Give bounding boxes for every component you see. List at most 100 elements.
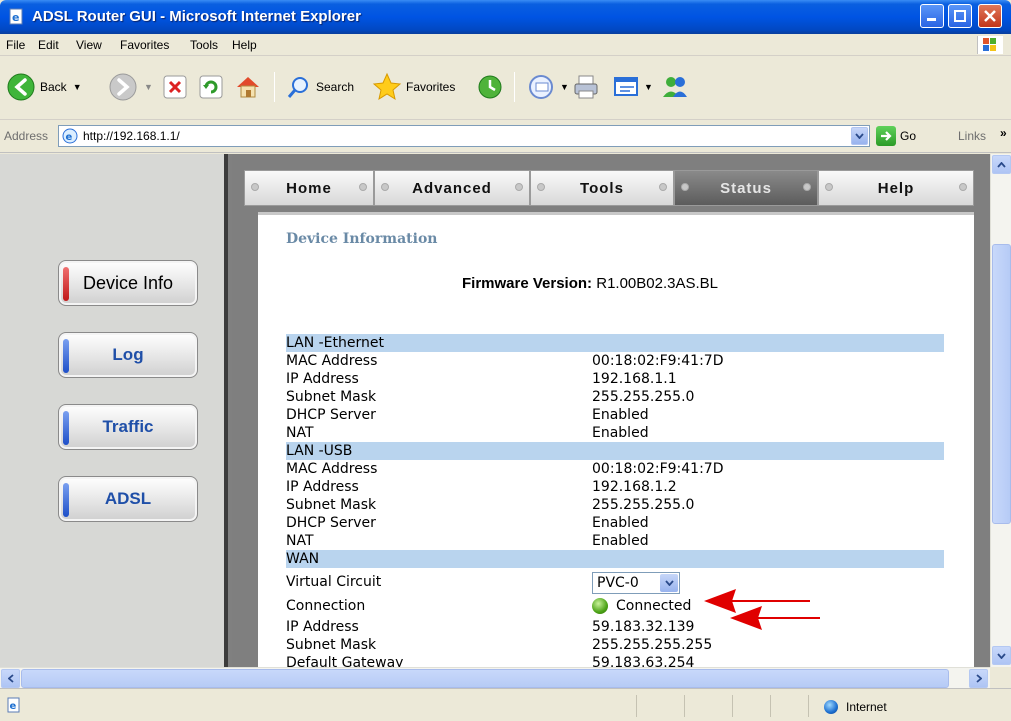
menu-view[interactable]: View: [76, 38, 102, 52]
sidebar-item-adsl[interactable]: ADSL: [58, 476, 198, 522]
messenger-button[interactable]: [660, 70, 690, 104]
forward-dropdown-icon[interactable]: ▼: [144, 82, 153, 92]
minimize-button[interactable]: [920, 4, 944, 28]
print-icon: [574, 75, 598, 99]
history-button[interactable]: [476, 70, 504, 104]
table-row: MAC Address 00:18:02:F9:41:7D: [286, 353, 724, 369]
links-more-icon[interactable]: »: [1000, 126, 1007, 140]
sidebar-item-device-info[interactable]: Device Info: [58, 260, 198, 306]
scroll-down-button[interactable]: [992, 646, 1011, 665]
search-button[interactable]: Search: [286, 70, 354, 104]
messenger-icon: [663, 77, 687, 97]
scroll-thumb[interactable]: [992, 244, 1011, 524]
table-row: IP Address 192.168.1.1: [286, 371, 677, 387]
sidebar: Device Info Log Traffic ADSL: [0, 154, 228, 667]
sidebar-item-traffic[interactable]: Traffic: [58, 404, 198, 450]
tab-advanced[interactable]: Advanced: [374, 170, 530, 206]
svg-text:e: e: [10, 701, 17, 712]
device-info-table: LAN -Ethernet MAC Address 00:18:02:F9:41:…: [286, 334, 944, 667]
browser-toolbar: Back ▼ ▼ Search Favorites ▼ ▼: [0, 56, 1011, 120]
ie-page-icon: e: [9, 8, 23, 25]
menu-help[interactable]: Help: [232, 38, 257, 52]
security-zone: Internet: [824, 700, 887, 714]
menu-bar: File Edit View Favorites Tools Help: [0, 34, 1011, 56]
tab-bullet-icon: [515, 183, 523, 191]
scroll-left-button[interactable]: [1, 669, 20, 688]
section-header-wan: WAN: [286, 550, 944, 568]
go-button[interactable]: Go: [876, 125, 916, 147]
connected-status-icon: [592, 598, 608, 614]
windows-logo-icon: [977, 36, 1003, 54]
tab-bullet-icon: [359, 183, 367, 191]
chevron-up-icon: [997, 161, 1006, 168]
table-row: Subnet Mask 255.255.255.0: [286, 497, 695, 513]
stop-button[interactable]: [162, 70, 188, 104]
tab-home[interactable]: Home: [244, 170, 374, 206]
menu-edit[interactable]: Edit: [38, 38, 59, 52]
table-row: NAT Enabled: [286, 533, 649, 549]
back-dropdown-icon[interactable]: ▼: [73, 82, 82, 92]
vertical-scrollbar[interactable]: [990, 154, 1011, 667]
menu-tools[interactable]: Tools: [190, 38, 218, 52]
history-icon: [478, 75, 502, 99]
status-bar: e Internet: [0, 688, 1011, 721]
indicator-icon: [63, 483, 69, 517]
address-url: http://192.168.1.1/: [83, 129, 180, 143]
section-header-lan-usb: LAN -USB: [286, 442, 944, 460]
virtual-circuit-select[interactable]: PVC-0: [592, 572, 680, 594]
sidebar-item-label: ADSL: [104, 489, 152, 508]
favorites-star-icon: [372, 72, 402, 101]
scroll-right-button[interactable]: [969, 669, 988, 688]
mail-dropdown-icon[interactable]: ▼: [560, 82, 569, 92]
firmware-label: Firmware Version:: [462, 275, 593, 292]
print-button[interactable]: [572, 70, 600, 104]
address-dropdown-button[interactable]: [851, 127, 868, 145]
tab-bullet-icon: [537, 183, 545, 191]
tab-help[interactable]: Help: [818, 170, 974, 206]
internet-globe-icon: [824, 700, 838, 714]
tab-bullet-icon: [681, 183, 689, 191]
maximize-button[interactable]: [948, 4, 972, 28]
firmware-version: Firmware Version: R1.00B02.3AS.BL: [462, 275, 718, 292]
sidebar-item-log[interactable]: Log: [58, 332, 198, 378]
chevron-down-icon: [855, 133, 864, 139]
links-button[interactable]: Links: [958, 129, 986, 143]
horizontal-scrollbar[interactable]: [0, 667, 990, 688]
ie-page-icon: e: [62, 128, 78, 144]
tab-status[interactable]: Status: [674, 170, 818, 206]
forward-button[interactable]: ▼: [108, 70, 153, 104]
favorites-button[interactable]: Favorites: [372, 70, 455, 104]
close-button[interactable]: [978, 4, 1002, 28]
tab-bullet-icon: [659, 183, 667, 191]
table-row: Default Gateway 59.183.63.254: [286, 655, 695, 667]
table-row: IP Address 192.168.1.2: [286, 479, 677, 495]
back-button[interactable]: Back ▼: [6, 70, 82, 104]
address-input[interactable]: e http://192.168.1.1/: [58, 125, 870, 147]
maximize-icon: [954, 10, 966, 22]
menu-file[interactable]: File: [6, 38, 25, 52]
active-indicator-icon: [63, 267, 69, 301]
indicator-icon: [63, 339, 69, 373]
scroll-thumb[interactable]: [21, 669, 949, 688]
scrollbar-corner: [990, 667, 1011, 688]
edit-button[interactable]: ▼: [612, 70, 653, 104]
window-titlebar[interactable]: e ADSL Router GUI - Microsoft Internet E…: [0, 0, 1011, 34]
home-icon: [237, 77, 259, 98]
address-label: Address: [4, 129, 49, 143]
edit-dropdown-icon[interactable]: ▼: [644, 82, 653, 92]
table-row: DHCP Server Enabled: [286, 407, 649, 423]
mail-button[interactable]: ▼: [528, 70, 569, 104]
home-button[interactable]: [234, 70, 262, 104]
close-icon: [984, 10, 996, 22]
top-nav: Home Advanced Tools Status Help: [244, 170, 974, 206]
tab-bullet-icon: [251, 183, 259, 191]
refresh-button[interactable]: [198, 70, 224, 104]
tab-bullet-icon: [825, 183, 833, 191]
tab-tools[interactable]: Tools: [530, 170, 674, 206]
firmware-value: R1.00B02.3AS.BL: [596, 275, 718, 292]
scroll-up-button[interactable]: [992, 155, 1011, 174]
search-icon: [287, 77, 308, 98]
minimize-icon: [927, 18, 936, 21]
menu-favorites[interactable]: Favorites: [120, 38, 169, 52]
edit-page-icon: [614, 77, 638, 96]
